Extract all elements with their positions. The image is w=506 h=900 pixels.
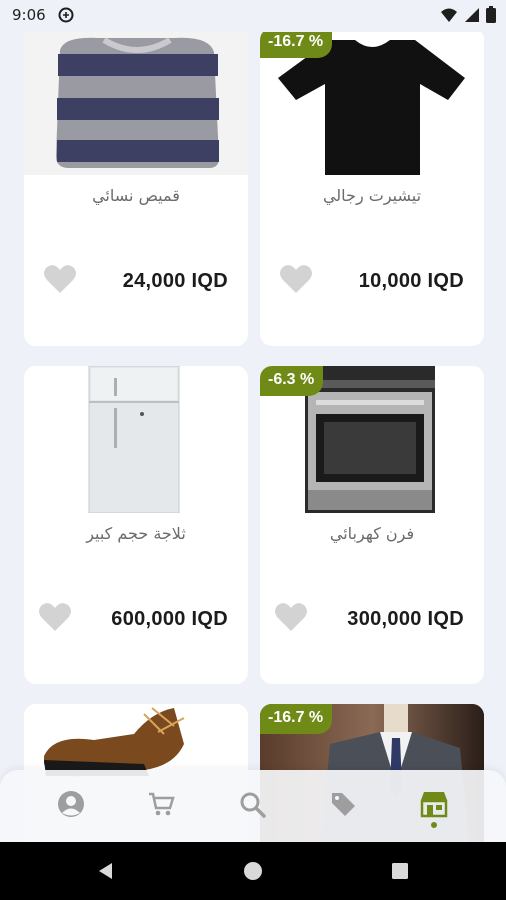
signal-icon — [465, 7, 479, 22]
fridge-image — [24, 366, 248, 513]
profile-icon — [58, 791, 84, 817]
system-nav-bar — [0, 842, 506, 900]
product-price: 24,000 IQD — [122, 270, 228, 292]
product-image-fridge — [24, 366, 248, 513]
discount-badge: -16.7 % — [260, 28, 333, 58]
discount-badge: -6.3 % — [260, 366, 324, 396]
battery-icon — [486, 6, 496, 23]
nav-search[interactable] — [232, 784, 272, 824]
product-title: ثلاجة حجم كبير — [86, 524, 186, 543]
product-price: 300,000 IQD — [347, 608, 464, 630]
status-bar: 9:06 — [0, 0, 506, 32]
heart-icon[interactable] — [279, 264, 313, 294]
store-icon — [420, 792, 448, 818]
product-card[interactable]: ثلاجة حجم كبير 600,000 IQD — [24, 366, 248, 684]
product-title: فرن كهربائي — [329, 524, 415, 543]
bottom-nav — [0, 770, 506, 842]
active-indicator — [431, 822, 437, 828]
product-title: قميص نسائي — [92, 186, 180, 205]
status-icons — [440, 6, 496, 23]
offers-icon — [332, 793, 355, 816]
wifi-icon — [441, 8, 457, 22]
heart-icon[interactable] — [43, 264, 77, 294]
nav-cart[interactable] — [141, 784, 181, 824]
product-card[interactable]: -6.3 % فرن كهربائي 300,000 IQD — [260, 366, 484, 684]
discount-badge: -16.7 % — [260, 704, 333, 734]
nav-offers[interactable] — [323, 784, 363, 824]
nav-store[interactable] — [414, 784, 454, 824]
nav-profile[interactable] — [51, 784, 91, 824]
heart-icon[interactable] — [274, 602, 308, 632]
cart-icon — [149, 792, 175, 816]
recents-icon[interactable] — [390, 861, 410, 881]
notification-icon — [58, 7, 74, 23]
home-icon[interactable] — [243, 861, 263, 881]
status-time: 9:06 — [12, 6, 46, 24]
search-icon — [240, 792, 266, 818]
heart-icon[interactable] — [38, 602, 72, 632]
product-card[interactable]: قميص نسائي 24,000 IQD — [24, 28, 248, 346]
product-image-sweater — [24, 28, 248, 175]
sweater-image — [24, 28, 248, 175]
product-price: 10,000 IQD — [358, 270, 464, 292]
product-card[interactable]: -16.7 % تيشيرت رجالي 10,000 IQD — [260, 28, 484, 346]
product-title: تيشيرت رجالي — [322, 186, 422, 205]
product-price: 600,000 IQD — [111, 608, 228, 630]
back-icon[interactable] — [96, 861, 116, 881]
